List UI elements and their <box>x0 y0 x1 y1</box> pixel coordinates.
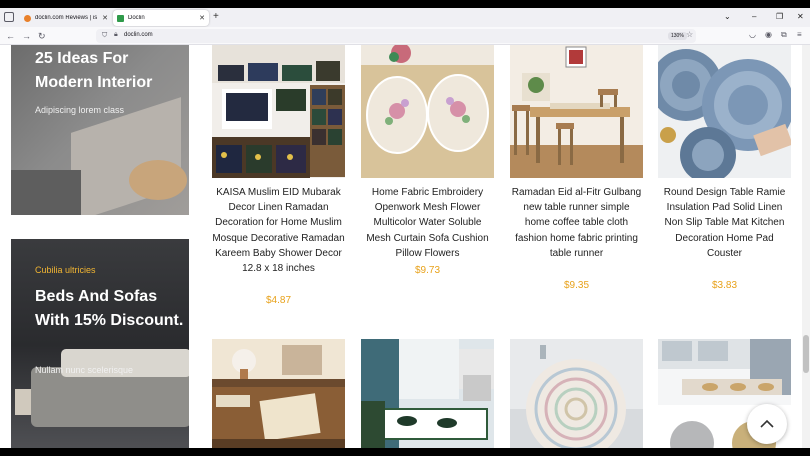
address-bar[interactable]: ⛉ 🔒︎ doclin.com 130% ☆ <box>96 29 696 43</box>
product-price: $9.35 <box>563 280 590 291</box>
extensions-icon[interactable]: ⧉ <box>781 30 787 40</box>
tab-doclin-reviews[interactable]: doclin.com Reviews | is doclin.c ✕ <box>20 10 112 26</box>
banner-kicker: Cubilia ultricies <box>35 265 96 275</box>
promo-banner-sofas[interactable]: Cubilia ultricies Beds And Sofas With 15… <box>11 239 189 448</box>
scrollbar-thumb[interactable] <box>803 335 809 373</box>
banner-image-stool <box>129 160 187 200</box>
chevron-up-icon <box>760 419 774 428</box>
maximize-icon[interactable]: ❐ <box>776 12 783 22</box>
product-name[interactable]: Home Fabric Embroidery Openwork Mesh Flo… <box>361 185 494 261</box>
close-tab-icon[interactable]: ✕ <box>199 14 205 22</box>
product-price: $4.87 <box>265 295 292 306</box>
product-image[interactable] <box>361 339 494 448</box>
tab-list-chevron-icon[interactable]: ⌄ <box>724 12 731 22</box>
browser-window: doclin.com Reviews | is doclin.c ✕ Docli… <box>0 8 810 448</box>
banner-subtitle: Adipiscing lorem class <box>35 105 125 115</box>
tab-title: Doclin <box>128 15 145 21</box>
banner-title: Beds And Sofas With 15% Discount. <box>35 288 184 329</box>
zoom-level-badge[interactable]: 130% <box>668 32 687 40</box>
banner-image-shadow <box>11 170 81 215</box>
banner-image-lamp <box>15 389 31 415</box>
tab-strip: doclin.com Reviews | is doclin.c ✕ Docli… <box>0 8 810 27</box>
reload-icon[interactable]: ↻ <box>38 30 46 42</box>
doclin-reviews-favicon-icon <box>24 14 31 22</box>
product-image[interactable] <box>510 339 643 448</box>
tab-title: doclin.com Reviews | is doclin.c <box>35 15 99 21</box>
menu-icon[interactable]: ≡ <box>797 30 802 40</box>
product-name[interactable]: KAISA Muslim EID Mubarak Decor Linen Ram… <box>212 185 345 276</box>
product-name[interactable]: Round Design Table Ramie Insulation Pad … <box>658 185 791 261</box>
back-icon[interactable]: ← <box>6 30 15 42</box>
promo-banner-interior[interactable]: 25 Ideas For Modern Interior Adipiscing … <box>11 45 189 215</box>
product-price: $3.83 <box>711 280 738 291</box>
close-tab-icon[interactable]: ✕ <box>102 14 108 22</box>
page-scrollbar[interactable] <box>802 45 810 448</box>
product-name[interactable]: Ramadan Eid al-Fitr Gulbang new table ru… <box>510 185 643 261</box>
doclin-favicon-icon <box>117 14 124 22</box>
product-image[interactable] <box>212 45 345 178</box>
product-price: $9.73 <box>414 265 441 276</box>
page-content: 25 Ideas For Modern Interior Adipiscing … <box>0 45 810 448</box>
banner-subtitle: Nullam nunc scelerisque <box>35 365 134 375</box>
product-image[interactable] <box>510 45 643 178</box>
new-tab-icon[interactable]: + <box>213 11 219 23</box>
product-image[interactable] <box>361 45 494 178</box>
bookmark-star-icon[interactable]: ☆ <box>686 30 693 39</box>
tab-doclin[interactable]: Doclin ✕ <box>113 10 209 26</box>
shield-icon[interactable]: ⛉ <box>102 32 107 40</box>
product-image[interactable] <box>658 45 791 178</box>
forward-icon[interactable]: → <box>22 30 31 42</box>
url-text[interactable]: doclin.com <box>124 32 153 38</box>
tab-list-icon[interactable] <box>4 12 14 22</box>
window-close-icon[interactable]: ✕ <box>797 12 804 22</box>
nav-bar: ← → ↻ ⛉ 🔒︎ doclin.com 130% ☆ ◡ ◉ ⧉ ≡ <box>0 27 810 45</box>
pocket-icon[interactable]: ◡ <box>749 30 756 40</box>
minimize-icon[interactable]: – <box>752 12 756 22</box>
product-image[interactable] <box>212 339 345 448</box>
back-to-top-button[interactable] <box>747 404 787 444</box>
lock-icon[interactable]: 🔒︎ <box>114 31 118 39</box>
banner-title: 25 Ideas For Modern Interior <box>35 50 153 91</box>
account-icon[interactable]: ◉ <box>765 30 772 40</box>
